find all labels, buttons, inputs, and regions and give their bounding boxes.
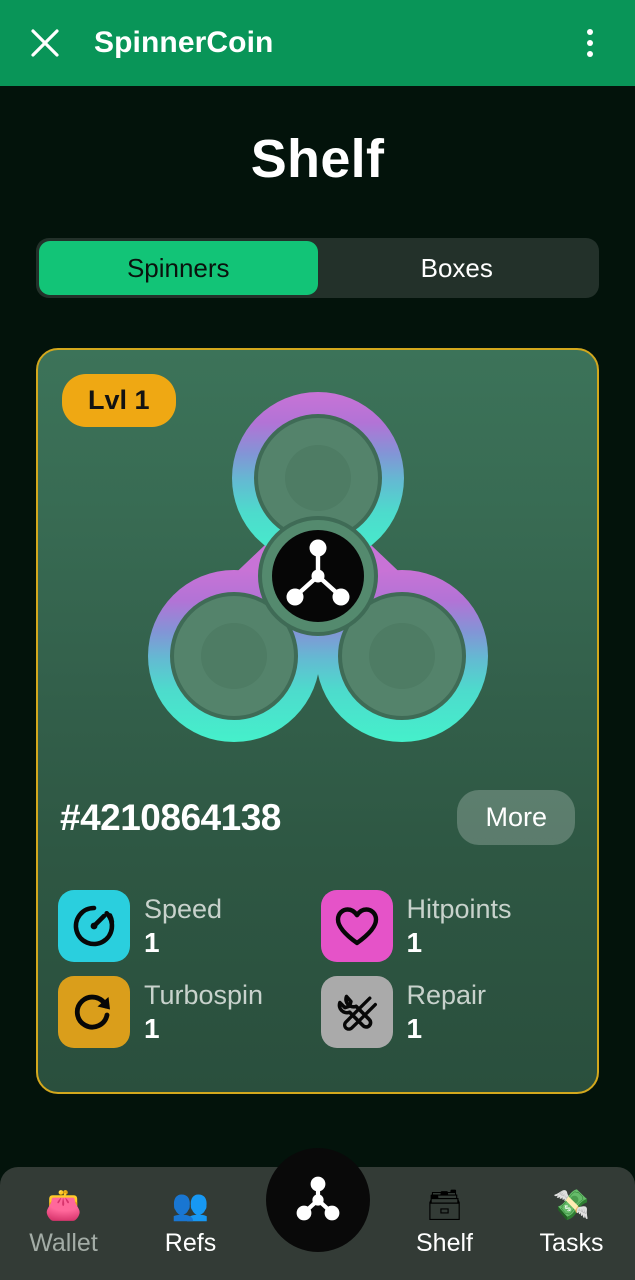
stat-repair-text: Repair 1 bbox=[407, 976, 487, 1046]
people-icon: 👥 bbox=[171, 1188, 210, 1222]
spinner-id: #4210864138 bbox=[60, 796, 281, 838]
stat-turbospin-text: Turbospin 1 bbox=[144, 976, 263, 1046]
nav-label: Wallet bbox=[29, 1228, 98, 1257]
spinner-logo-icon bbox=[283, 1165, 353, 1235]
stat-hitpoints-text: Hitpoints 1 bbox=[407, 890, 512, 960]
nav-label: Refs bbox=[164, 1228, 217, 1257]
page-title: Shelf bbox=[250, 129, 385, 189]
stat-value: 1 bbox=[406, 927, 423, 958]
stats-grid: Speed 1 Hitpoints 1 Turbospin 1 Repair 1 bbox=[38, 890, 597, 1048]
spin-fab-button[interactable] bbox=[265, 1148, 370, 1252]
stat-label: Turbospin bbox=[144, 980, 264, 1010]
segmented-tabs: Spinners Boxes bbox=[36, 238, 599, 298]
more-button[interactable]: More bbox=[457, 790, 575, 845]
app-title: SpinnerCoin bbox=[94, 26, 274, 59]
nav-item-refs[interactable]: 👥 Refs bbox=[127, 1188, 254, 1258]
kebab-menu-icon bbox=[587, 51, 593, 57]
stat-hitpoints: Hitpoints 1 bbox=[320, 890, 578, 962]
stat-repair: Repair 1 bbox=[320, 976, 578, 1048]
spinner-id-row: #4210864138 More bbox=[38, 790, 597, 845]
kebab-menu-icon bbox=[587, 29, 593, 35]
card-box-icon: 🗃 bbox=[425, 1188, 464, 1222]
speedometer-icon bbox=[58, 890, 130, 962]
stat-value: 1 bbox=[144, 1013, 160, 1044]
stat-turbospin: Turbospin 1 bbox=[58, 976, 315, 1048]
stat-label: Speed bbox=[144, 894, 223, 924]
nav-label: Tasks bbox=[539, 1228, 604, 1257]
stat-value: 1 bbox=[406, 1013, 423, 1044]
overflow-menu-button[interactable] bbox=[567, 20, 613, 66]
rotate-icon bbox=[58, 976, 130, 1048]
app-bar: SpinnerCoin bbox=[0, 0, 635, 86]
close-icon bbox=[28, 26, 62, 60]
content-area: Shelf Spinners Boxes Lvl 1 #4210864138 M… bbox=[0, 86, 635, 1280]
tab-spinners[interactable]: Spinners bbox=[39, 241, 318, 295]
stat-label: Repair bbox=[406, 980, 487, 1010]
tools-icon bbox=[320, 976, 393, 1048]
heart-icon bbox=[320, 890, 393, 962]
app-screen: SpinnerCoin Shelf Spinners Boxes Lvl 1 #… bbox=[0, 0, 635, 1280]
nav-label: Shelf bbox=[416, 1228, 473, 1257]
stat-speed-text: Speed 1 bbox=[144, 890, 222, 960]
fidget-spinner-icon bbox=[147, 392, 488, 742]
stat-speed: Speed 1 bbox=[58, 890, 315, 962]
nav-item-wallet[interactable]: 👛 Wallet bbox=[0, 1188, 127, 1258]
money-wings-icon: 💸 bbox=[552, 1188, 591, 1222]
kebab-menu-icon bbox=[587, 40, 593, 46]
stat-value: 1 bbox=[144, 927, 160, 958]
nav-item-tasks[interactable]: 💸 Tasks bbox=[508, 1188, 635, 1258]
stat-label: Hitpoints bbox=[406, 894, 512, 924]
purse-icon: 👛 bbox=[44, 1188, 83, 1222]
close-button[interactable] bbox=[22, 20, 68, 66]
tab-boxes[interactable]: Boxes bbox=[318, 241, 597, 295]
spinner-card[interactable]: Lvl 1 #4210864138 More Speed 1 Hitpoints… bbox=[36, 348, 599, 1094]
level-badge: Lvl 1 bbox=[62, 374, 176, 427]
nav-item-shelf[interactable]: 🗃 Shelf bbox=[381, 1188, 508, 1258]
